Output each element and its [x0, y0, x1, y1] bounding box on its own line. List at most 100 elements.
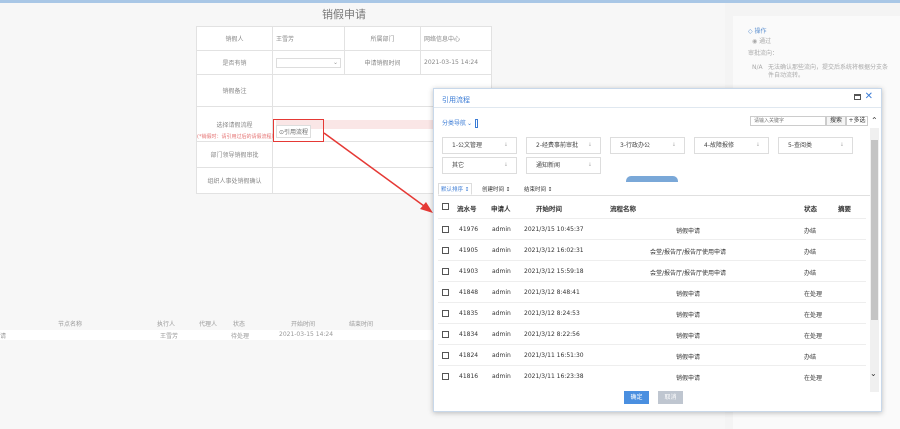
ref-process-dialog: 引用流程 ✕ 分类导航⌄ 搜索 +多选 ⌃ 1-公文管理↓ 2-经费事前审批↓ …: [433, 88, 882, 412]
maximize-icon[interactable]: [854, 94, 861, 100]
applicant-label: 销假人: [196, 26, 273, 51]
row-name: 销假申请: [675, 375, 700, 382]
row-applicant: admin: [492, 310, 511, 317]
category-nav[interactable]: 分类导航⌄: [442, 118, 479, 128]
row-applicant: admin: [492, 247, 511, 254]
arrow-icon: ↓: [839, 142, 844, 148]
sort-created-tab[interactable]: 创建时间 ↕: [482, 185, 510, 193]
multi-select-button[interactable]: +多选: [846, 116, 868, 126]
row-start: 2021/3/12 8:48:41: [524, 289, 580, 296]
row-status: 办结: [804, 270, 817, 277]
category-item[interactable]: 其它 ↓: [442, 157, 517, 174]
time-label: 申请销假时间: [344, 50, 421, 75]
row-id: 41848: [459, 289, 479, 296]
arrow-icon: ↓: [503, 142, 508, 148]
note-label: 销假备注: [196, 74, 273, 107]
search-input[interactable]: [750, 116, 826, 126]
col-applicant: 申请人: [491, 205, 511, 213]
col-start: 开始时间: [536, 205, 562, 213]
category-label: 其它: [452, 162, 465, 169]
category-nav-label: 分类导航: [442, 120, 467, 127]
table-row[interactable]: 41848 admin 2021/3/12 8:48:41 销假申请 在处理: [438, 281, 866, 302]
row-id: 41905: [459, 247, 479, 254]
table-row[interactable]: 41903 admin 2021/3/12 15:59:18 会堂/报告厅/报告厅使用…: [438, 260, 866, 281]
row-applicant: admin: [492, 331, 511, 338]
table-row[interactable]: 41816 admin 2021/3/11 16:23:38 销假申请 在处理: [438, 365, 866, 386]
log-col-node: 节点名称: [58, 321, 83, 328]
routing-hint: 无法确认那些流向，提交后系统将根据分支条件自动流转。: [768, 64, 889, 79]
row-start: 2021/3/12 16:02:31: [524, 247, 584, 254]
form-title: 销假申请: [322, 8, 366, 21]
table-row[interactable]: 41905 admin 2021/3/12 16:02:31 会堂/报告厅/报告厅使用…: [438, 239, 866, 260]
category-item[interactable]: 1-公文管理 ↓: [442, 137, 517, 154]
process-warning: (*销假时：请引用过后的请假流程）: [197, 134, 277, 140]
category-item[interactable]: 5-查阅类 ↓: [778, 137, 853, 154]
row-name: 会堂/报告厅/报告厅使用申请: [649, 270, 727, 277]
process-table-header: 流水号 申请人 开始时间 流程名称 状态 摘要: [438, 201, 866, 217]
dept-label: 所属部门: [344, 26, 421, 51]
category-label: 1-公文管理: [452, 142, 482, 149]
row-name: 销假申请: [675, 228, 700, 235]
log-start: 2021-03-15 14:24: [279, 331, 334, 338]
row-id: 41976: [459, 226, 479, 233]
row-name: 销假申请: [675, 354, 700, 361]
log-executor: 王雪芳: [160, 333, 179, 340]
routing-na: N/A: [752, 64, 763, 71]
arrow-icon: ↓: [503, 162, 508, 168]
sort-ended-tab[interactable]: 结束时间 ↕: [524, 185, 552, 193]
col-status: 状态: [804, 205, 817, 213]
chevron-up-icon[interactable]: ⌃: [871, 116, 878, 125]
row-checkbox[interactable]: [442, 310, 449, 317]
row-checkbox[interactable]: [442, 247, 449, 254]
collapse-tab[interactable]: ⌃: [626, 174, 678, 182]
search-button[interactable]: 搜索: [826, 116, 846, 126]
category-item[interactable]: 通知新闻 ↓: [526, 157, 601, 174]
type-select[interactable]: ⌄: [276, 57, 341, 68]
table-row[interactable]: 41976 admin 2021/3/15 10:45:37 销假申请 办结: [438, 218, 866, 239]
cancel-button[interactable]: 取消: [658, 391, 683, 404]
row-checkbox[interactable]: [442, 373, 449, 380]
row-start: 2021/3/12 8:22:56: [524, 331, 580, 338]
dept-approve-label: 部门领导销假审批: [196, 141, 273, 168]
highlight-box: [273, 119, 324, 142]
category-item[interactable]: 4-故障报修 ↓: [694, 137, 769, 154]
arrow-icon: ↓: [587, 162, 592, 168]
row-status: 在处理: [804, 291, 823, 298]
select-all-checkbox[interactable]: [442, 203, 449, 210]
log-status: 待处理: [231, 333, 250, 340]
chevron-down-icon[interactable]: ⌄: [870, 369, 877, 378]
close-icon[interactable]: ✕: [865, 91, 873, 102]
table-row[interactable]: 41835 admin 2021/3/12 8:24:53 销假申请 在处理: [438, 302, 866, 323]
category-label: 5-查阅类: [788, 142, 812, 149]
operation-title: ◇ 操作: [748, 28, 767, 35]
category-label: 4-故障报修: [704, 142, 734, 149]
pass-option[interactable]: ◉ 通过: [752, 38, 771, 46]
row-name: 销假申请: [675, 333, 700, 340]
category-item[interactable]: 3-行政办公 ↓: [610, 137, 685, 154]
row-applicant: admin: [492, 373, 511, 380]
time-value[interactable]: 2021-03-15 14:24: [420, 50, 492, 75]
log-node: 请: [0, 333, 7, 340]
hr-confirm-label: 组织人事处销假确认: [196, 167, 273, 194]
row-checkbox[interactable]: [442, 289, 449, 296]
arrow-icon: ↓: [671, 142, 676, 148]
category-item[interactable]: 2-经费事前审批 ↓: [526, 137, 601, 154]
row-start: 2021/3/11 16:51:30: [524, 352, 584, 359]
sort-default-tab[interactable]: 默认排序 ↕: [438, 183, 473, 195]
type-select-cell[interactable]: ⌄: [272, 50, 345, 75]
log-col-start: 开始时间: [291, 321, 316, 328]
table-row[interactable]: 41824 admin 2021/3/11 16:51:30 销假申请 办结: [438, 344, 866, 365]
row-checkbox[interactable]: [442, 352, 449, 359]
row-checkbox[interactable]: [442, 226, 449, 233]
row-checkbox[interactable]: [442, 331, 449, 338]
row-start: 2021/3/15 10:45:37: [524, 226, 584, 233]
vertical-scrollbar[interactable]: [870, 128, 879, 392]
cursor-bar: [475, 119, 479, 128]
row-name: 销假申请: [675, 291, 700, 298]
chevron-up-icon: ⌃: [648, 174, 654, 181]
ok-button[interactable]: 确定: [624, 391, 649, 404]
row-checkbox[interactable]: [442, 268, 449, 275]
table-row[interactable]: 41834 admin 2021/3/12 8:22:56 销假申请 在处理: [438, 323, 866, 344]
scroll-thumb[interactable]: [871, 140, 878, 320]
log-col-status: 状态: [233, 321, 246, 328]
